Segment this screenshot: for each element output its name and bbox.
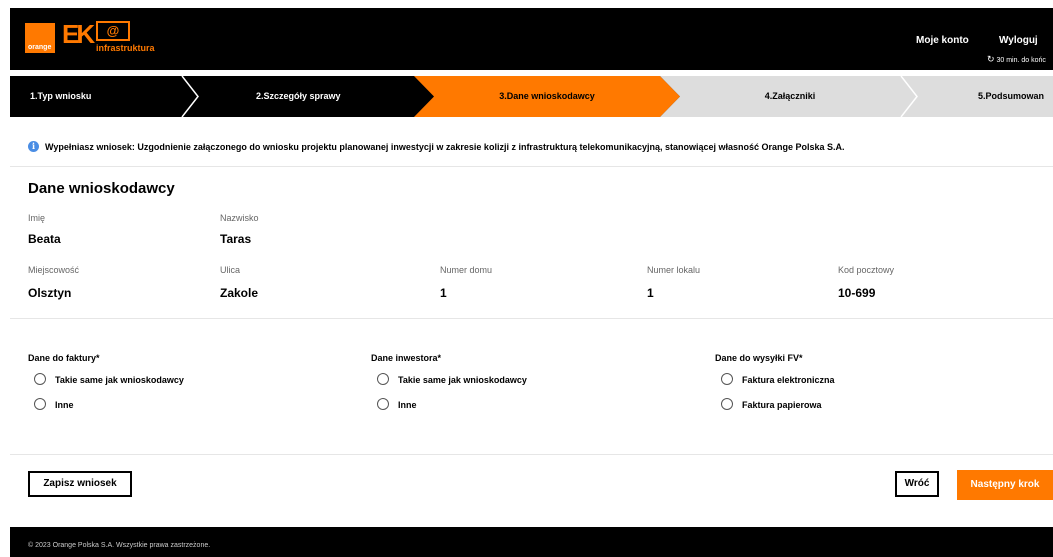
step-1-label: 1.Typ wniosku (30, 91, 92, 101)
info-icon: i (28, 141, 39, 152)
first-name-value: Beata (28, 232, 61, 246)
back-button[interactable]: Wróć (895, 471, 939, 497)
radio-circle[interactable] (721, 373, 733, 385)
step-1[interactable]: 1.Typ wniosku (10, 76, 190, 117)
divider (10, 454, 1053, 455)
step-3-label: 3.Dane wnioskodawcy (499, 91, 595, 101)
copyright-text: © 2023 Orange Polska S.A. Wszystkie praw… (28, 542, 211, 549)
invoice-data-title: Dane do faktury* (28, 353, 100, 363)
postal-code-label: Kod pocztowy (838, 265, 895, 275)
orange-logo[interactable]: orange (25, 23, 55, 53)
apartment-number-value: 1 (647, 286, 654, 300)
first-name-label: Imię (28, 213, 46, 223)
step-separator (900, 76, 918, 117)
last-name-label: Nazwisko (220, 213, 259, 223)
radio-label: Faktura papierowa (742, 400, 822, 410)
divider (10, 166, 1053, 167)
page-footer: © 2023 Orange Polska S.A. Wszystkie praw… (10, 527, 1053, 557)
section-title: Dane wnioskodawcy (28, 180, 175, 197)
radio-label: Inne (398, 400, 417, 410)
radio-label: Faktura elektroniczna (742, 375, 835, 385)
application-info-text: Wypełniasz wniosek: Uzgodnienie załączon… (45, 142, 845, 152)
radio-label: Inne (55, 400, 74, 410)
envelope-icon: @ (96, 21, 130, 41)
last-name-value: Taras (220, 232, 252, 246)
logout-link[interactable]: Wyloguj (999, 35, 1038, 46)
step-5[interactable]: 5.Podsumowan (978, 76, 1053, 117)
step-separator (181, 76, 199, 117)
session-timer-text: 30 min. do końc (996, 57, 1046, 64)
progress-stepper: 1.Typ wniosku 2.Szczegóły sprawy 3.Dane … (10, 76, 1053, 117)
radio-circle[interactable] (721, 398, 733, 410)
radio-circle[interactable] (377, 373, 389, 385)
apartment-number-label: Numer lokalu (647, 265, 701, 275)
radio-label: Takie same jak wnioskodawcy (398, 375, 527, 385)
step-2[interactable]: 2.Szczegóły sprawy (206, 76, 418, 117)
ek-infrastruktura-logo[interactable]: EK @ infrastruktura (62, 21, 172, 55)
radio-circle[interactable] (377, 398, 389, 410)
step-4-label: 4.Załączniki (764, 91, 816, 101)
investor-data-title: Dane inwestora* (371, 353, 442, 363)
step-5-label: 5.Podsumowan (978, 91, 1045, 101)
next-step-button[interactable]: Następny krok (957, 470, 1053, 500)
application-info: i Wypełniasz wniosek: Uzgodnienie załącz… (28, 140, 1053, 160)
house-number-label: Numer domu (440, 265, 493, 275)
my-account-link[interactable]: Moje konto (916, 35, 969, 46)
step-2-label: 2.Szczegóły sprawy (256, 91, 341, 101)
radio-circle[interactable] (34, 398, 46, 410)
step-3[interactable]: 3.Dane wnioskodawcy (434, 76, 660, 117)
city-value: Olsztyn (28, 286, 72, 300)
refresh-icon[interactable]: ↻ (987, 54, 995, 64)
divider (10, 318, 1053, 319)
orange-logo-text: orange (28, 44, 52, 51)
ek-logo-letters: EK (62, 19, 95, 49)
house-number-value: 1 (440, 286, 447, 300)
postal-code-value: 10-699 (838, 286, 876, 300)
street-value: Zakole (220, 286, 259, 300)
radio-circle[interactable] (34, 373, 46, 385)
city-label: Miejscowość (28, 265, 80, 275)
radio-label: Takie same jak wnioskodawcy (55, 375, 184, 385)
step-4[interactable]: 4.Załączniki (710, 76, 870, 117)
street-label: Ulica (220, 265, 241, 275)
top-header: orange EK @ infrastruktura Moje konto Wy… (10, 8, 1053, 70)
session-timer: ↻ 30 min. do końc (987, 54, 1046, 65)
save-application-button[interactable]: Zapisz wniosek (28, 471, 132, 497)
ek-logo-subtitle: infrastruktura (96, 43, 155, 53)
invoice-shipping-title: Dane do wysyłki FV* (715, 353, 803, 363)
